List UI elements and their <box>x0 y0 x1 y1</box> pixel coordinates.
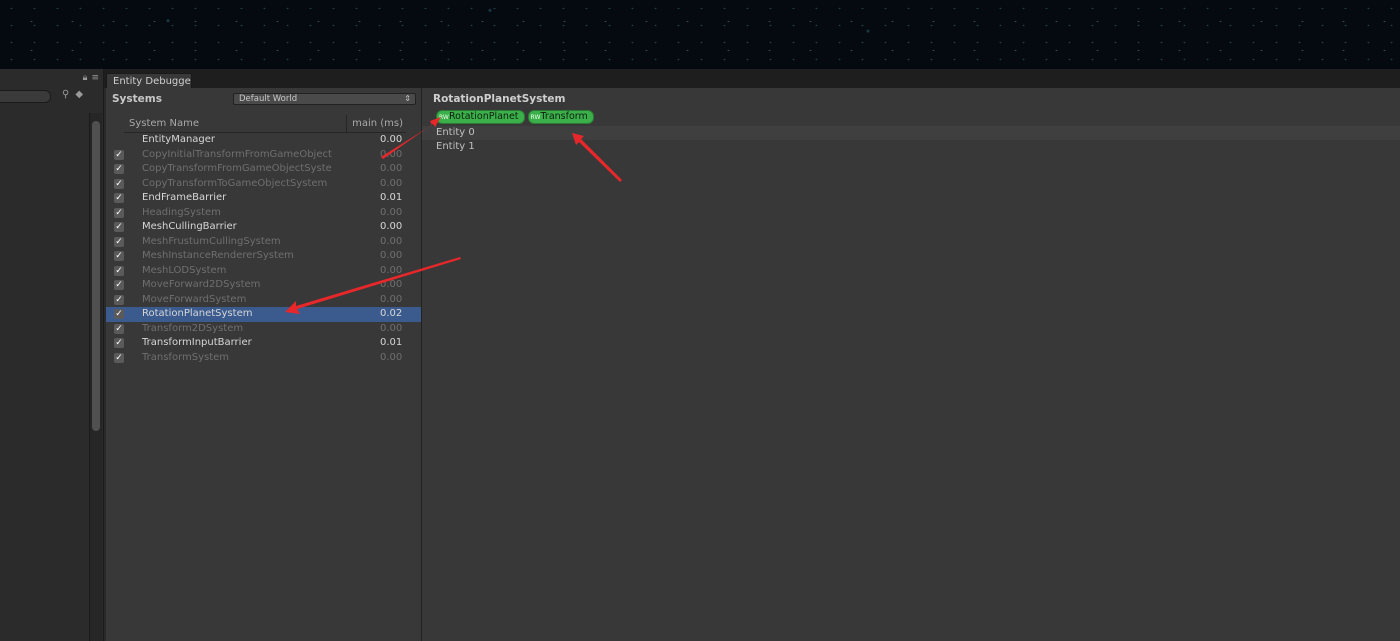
selected-system-title: RotationPlanetSystem <box>433 93 566 105</box>
system-row[interactable]: ✓ CopyTransformToGameObjectSystem 0.00 <box>106 177 421 192</box>
system-enabled-checkbox[interactable]: ✓ <box>114 236 124 247</box>
system-name: MoveForward2DSystem <box>142 279 261 290</box>
system-name: MeshLODSystem <box>142 264 227 276</box>
system-enabled-checkbox[interactable]: ✓ <box>114 193 124 203</box>
entity-label: Entity 0 <box>436 127 475 138</box>
system-time: 0.00 <box>380 134 403 145</box>
hierarchy-scrollbar[interactable] <box>89 113 102 641</box>
read-write-icon: RW <box>439 113 449 121</box>
system-enabled-checkbox[interactable]: ✓ <box>114 294 124 305</box>
world-dropdown-value: Default World <box>239 94 298 104</box>
system-name: Transform2DSystem <box>142 322 244 334</box>
system-name: MeshFrustumCullingSystem <box>142 235 281 247</box>
system-enabled-checkbox[interactable]: ✓ <box>114 207 124 218</box>
system-name: MeshInstanceRendererSystem <box>142 250 294 261</box>
component-chip: RW Transform <box>527 110 594 124</box>
system-enabled-checkbox[interactable]: ✓ <box>114 222 124 232</box>
system-name: TransformInputBarrier <box>142 337 252 348</box>
system-time: 0.00 <box>380 163 403 174</box>
tag-icon[interactable]: ◆ <box>75 89 83 100</box>
system-name: MoveForwardSystem <box>142 293 247 305</box>
tab-entity-debugger[interactable]: Entity Debugge <box>106 73 192 88</box>
system-time: 0.00 <box>380 351 403 363</box>
system-time: 0.02 <box>380 308 403 319</box>
system-row[interactable]: ✓ MoveForward2DSystem 0.00 <box>106 278 421 293</box>
system-name: CopyInitialTransformFromGameObject <box>142 148 332 160</box>
filter-icon[interactable]: ⚲ <box>62 89 69 100</box>
systems-list: EntityManager 0.00 ✓ CopyInitialTransformFr… <box>106 133 421 365</box>
system-enabled-checkbox[interactable]: ✓ <box>114 265 124 276</box>
system-row[interactable]: ✓ MeshLODSystem 0.00 <box>106 264 421 279</box>
panel-tools: 🔒︎ ≡ <box>83 73 99 83</box>
dropdown-arrow-icon: ⇕ <box>404 94 411 103</box>
system-name: MeshCullingBarrier <box>142 221 237 232</box>
column-main-ms[interactable]: main (ms) <box>346 115 406 132</box>
systems-title: Systems <box>112 93 162 105</box>
system-row[interactable]: ✓ TransformInputBarrier 0.01 <box>106 336 421 351</box>
component-label: RotationPlanet <box>449 111 519 122</box>
system-name: EntityManager <box>142 134 216 145</box>
component-chip: RW RotationPlanet <box>436 110 525 124</box>
system-time: 0.00 <box>380 322 403 334</box>
system-row[interactable]: ✓ MoveForwardSystem 0.00 <box>106 293 421 308</box>
system-enabled-checkbox[interactable]: ✓ <box>114 164 124 174</box>
systems-table-header: System Name main (ms) <box>124 115 406 133</box>
lock-icon[interactable]: 🔒︎ <box>83 73 88 83</box>
system-row[interactable]: ✓ CopyInitialTransformFromGameObject 0.00 <box>106 148 421 163</box>
system-enabled-checkbox[interactable]: ✓ <box>114 323 124 334</box>
system-time: 0.01 <box>380 192 403 203</box>
system-row[interactable]: ✓ MeshCullingBarrier 0.00 <box>106 220 421 235</box>
entity-debugger-window: Systems Default World ⇕ System Name main… <box>106 88 1400 641</box>
hierarchy-search-input[interactable] <box>0 90 51 103</box>
system-time: 0.00 <box>380 206 403 218</box>
hierarchy-toolbar: ⚲ ◆ <box>62 89 83 100</box>
scene-view-starfield <box>0 0 1400 69</box>
system-time: 0.00 <box>380 264 403 276</box>
system-time: 0.00 <box>380 221 403 232</box>
hierarchy-panel: 🔒︎ ≡ ⚲ ◆ <box>0 69 104 641</box>
component-query-chips: RW RotationPlanet RW Transform <box>436 110 594 124</box>
system-row[interactable]: ✓ MeshInstanceRendererSystem 0.00 <box>106 249 421 264</box>
system-enabled-checkbox[interactable]: ✓ <box>114 251 124 261</box>
menu-icon[interactable]: ≡ <box>91 73 99 83</box>
system-time: 0.01 <box>380 337 403 348</box>
systems-panel: Systems Default World ⇕ System Name main… <box>106 88 422 641</box>
system-enabled-checkbox[interactable]: ✓ <box>114 352 124 363</box>
system-time: 0.00 <box>380 177 403 189</box>
entity-label: Entity 1 <box>436 141 475 152</box>
read-write-icon: RW <box>530 113 541 121</box>
system-name: HeadingSystem <box>142 206 221 218</box>
system-name: RotationPlanetSystem <box>142 308 253 319</box>
system-enabled-checkbox[interactable]: ✓ <box>114 149 124 160</box>
system-time: 0.00 <box>380 293 403 305</box>
system-time: 0.00 <box>380 235 403 247</box>
system-name: CopyTransformToGameObjectSystem <box>142 177 328 189</box>
system-row[interactable]: ✓ EndFrameBarrier 0.01 <box>106 191 421 206</box>
system-name: TransformSystem <box>142 351 230 363</box>
system-row[interactable]: ✓ TransformSystem 0.00 <box>106 351 421 366</box>
column-system-name[interactable]: System Name <box>129 118 199 129</box>
system-name: EndFrameBarrier <box>142 192 227 203</box>
editor-tab-strip <box>0 69 1400 88</box>
system-detail-panel: RotationPlanetSystem RW RotationPlanet RW T… <box>422 88 1400 641</box>
system-enabled-checkbox[interactable]: ✓ <box>114 280 124 290</box>
system-enabled-checkbox[interactable]: ✓ <box>114 309 124 319</box>
system-row[interactable]: ✓ CopyTransformFromGameObjectSyste 0.00 <box>106 162 421 177</box>
system-name: CopyTransformFromGameObjectSyste <box>142 163 332 174</box>
entity-row[interactable]: Entity 1 <box>422 140 1400 154</box>
system-enabled-checkbox[interactable]: ✓ <box>114 338 124 348</box>
system-time: 0.00 <box>380 250 403 261</box>
system-enabled-checkbox[interactable]: ✓ <box>114 178 124 189</box>
system-row[interactable]: ✓ Transform2DSystem 0.00 <box>106 322 421 337</box>
system-row[interactable]: ✓ RotationPlanetSystem 0.02 <box>106 307 421 322</box>
component-label: Transform <box>540 111 588 122</box>
system-time: 0.00 <box>380 279 403 290</box>
system-row[interactable]: ✓ MeshFrustumCullingSystem 0.00 <box>106 235 421 250</box>
system-row[interactable]: ✓ HeadingSystem 0.00 <box>106 206 421 221</box>
system-row[interactable]: EntityManager 0.00 <box>106 133 421 148</box>
world-dropdown[interactable]: Default World ⇕ <box>233 93 416 105</box>
hierarchy-scroll-thumb[interactable] <box>92 121 100 431</box>
entity-row[interactable]: Entity 0 <box>422 126 1400 140</box>
system-time: 0.00 <box>380 148 403 160</box>
